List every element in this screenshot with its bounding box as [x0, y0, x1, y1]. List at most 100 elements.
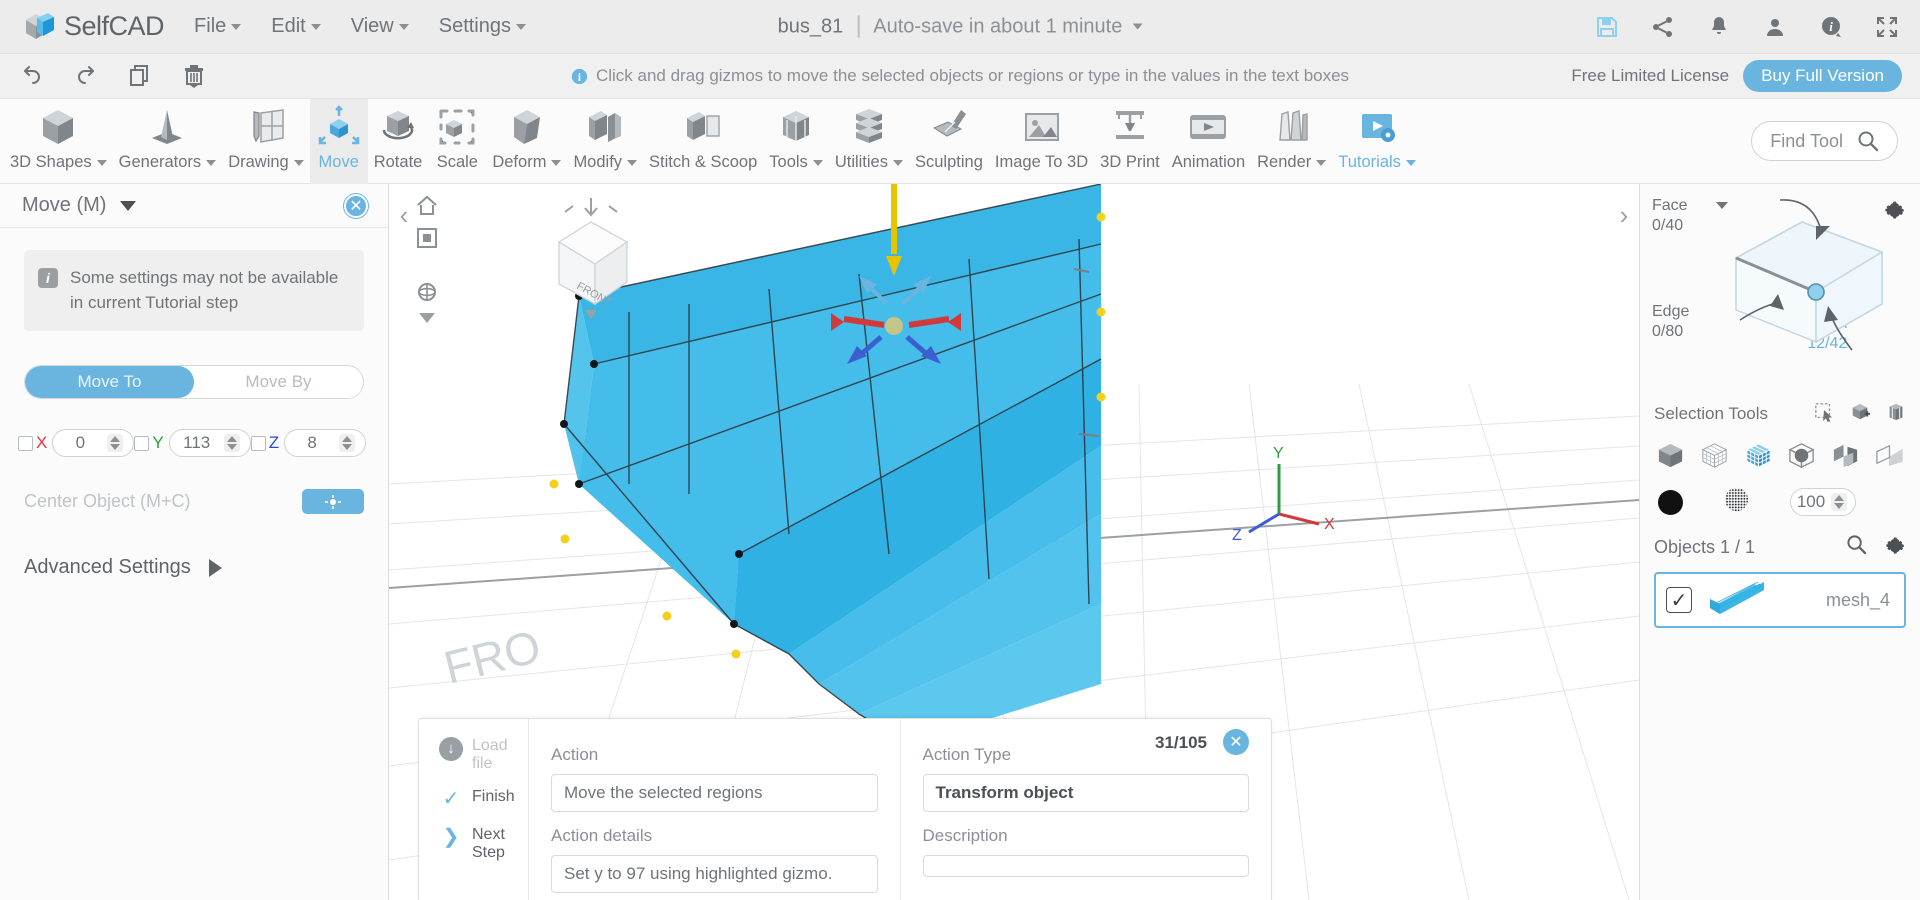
axis-y-stepper[interactable] [168, 429, 251, 458]
axis-x-checkbox[interactable] [18, 435, 33, 451]
stepper-arrows[interactable] [1831, 493, 1847, 511]
stepper-arrows[interactable] [223, 434, 240, 453]
ribbon-tool-3d-shapes[interactable]: 3D Shapes [4, 99, 113, 184]
ribbon-tool-3d-print[interactable]: 3D Print [1094, 99, 1166, 184]
ribbon-tool-render[interactable]: Render [1251, 99, 1332, 184]
chevron-down-icon[interactable] [1132, 23, 1143, 30]
menu-item-settings[interactable]: Settings [439, 15, 526, 38]
close-icon[interactable]: ✕ [344, 193, 368, 218]
axis-y-checkbox[interactable] [134, 435, 150, 451]
select-plane-icon[interactable] [1873, 439, 1906, 472]
action-value[interactable]: Move the selected regions [551, 774, 878, 812]
objects-header-icons [1846, 534, 1906, 560]
ribbon-tool-drawing[interactable]: Drawing [222, 99, 310, 184]
bell-icon[interactable] [1706, 14, 1732, 40]
select-solid-icon[interactable] [1654, 439, 1687, 472]
action-details-value[interactable]: Set y to 97 using highlighted gizmo. [551, 855, 878, 893]
app-logo[interactable]: SelfCAD [24, 11, 165, 43]
object-visibility-checkbox[interactable]: ✓ [1666, 587, 1692, 613]
fit-view-icon[interactable] [415, 226, 439, 255]
user-icon[interactable] [1762, 14, 1788, 40]
axis-x-input[interactable] [53, 433, 108, 454]
tutorial-step-next[interactable]: ❯ Next Step [419, 825, 528, 863]
axis-z-checkbox[interactable] [250, 435, 266, 451]
redo-icon[interactable] [72, 62, 100, 90]
add-select-icon[interactable] [1850, 402, 1870, 427]
move-to-tab[interactable]: Move To [25, 366, 194, 399]
menu-item-edit[interactable]: Edit [271, 15, 321, 38]
search-icon[interactable] [1846, 534, 1867, 560]
home-view-icon[interactable] [415, 194, 439, 223]
axis-x-stepper[interactable] [52, 429, 135, 458]
select-wire-icon[interactable] [1698, 439, 1731, 472]
selection-mode-edge[interactable]: Edge 0/80 [1652, 302, 1689, 342]
ribbon-tool-modify[interactable]: Modify [567, 99, 643, 184]
move-by-tab[interactable]: Move By [194, 366, 363, 398]
center-icon [325, 494, 341, 509]
info-icon[interactable]: i [1818, 14, 1844, 40]
through-select-icon[interactable] [1886, 402, 1906, 427]
center-object-button[interactable] [302, 489, 364, 515]
chevron-down-icon [551, 159, 562, 166]
tutorial-step-load-file[interactable]: ↓ Load file [419, 737, 528, 774]
deform-icon [504, 103, 550, 151]
menu-item-file[interactable]: File [194, 15, 242, 38]
ribbon-tool-generators[interactable]: Generators [113, 99, 223, 184]
view-cube[interactable]: FRONT [529, 192, 659, 327]
undo-icon[interactable] [18, 62, 46, 90]
ribbon-tool-deform[interactable]: Deform [486, 99, 567, 184]
description-value[interactable] [922, 855, 1249, 877]
ribbon-tool-tools[interactable]: Tools [763, 99, 829, 184]
buy-full-version-button[interactable]: Buy Full Version [1743, 60, 1902, 92]
ribbon-tool-animation[interactable]: Animation [1166, 99, 1251, 184]
delete-icon[interactable] [180, 62, 208, 90]
project-name[interactable]: bus_81 [778, 15, 844, 38]
selection-mode-face[interactable]: Face 0/40 [1652, 196, 1688, 236]
select-split-icon[interactable] [1829, 439, 1862, 472]
ribbon-tool-image-to-3d[interactable]: Image To 3D [989, 99, 1094, 184]
object-list-item[interactable]: ✓ mesh_4 [1654, 572, 1906, 628]
ribbon-tool-stitch-scoop[interactable]: Stitch & Scoop [643, 99, 763, 184]
rect-select-icon[interactable] [1814, 402, 1834, 427]
brush-gradient-icon[interactable] [1723, 486, 1750, 518]
axis-z-input[interactable] [285, 433, 340, 454]
select-sphere-icon[interactable] [1785, 439, 1818, 472]
brush-size-stepper[interactable] [1790, 488, 1856, 516]
viewport-next-arrow[interactable]: › [1611, 202, 1637, 228]
ribbon-tool-utilities[interactable]: Utilities [829, 99, 909, 184]
share-icon[interactable] [1650, 14, 1676, 40]
brush-solid-icon[interactable] [1658, 489, 1683, 515]
ribbon-tool-sculpting[interactable]: Sculpting [909, 99, 989, 184]
chevron-down-icon [627, 159, 638, 166]
select-region-icon[interactable] [1742, 439, 1775, 472]
ribbon-tool-rotate[interactable]: Rotate [368, 99, 429, 184]
save-icon[interactable] [1594, 14, 1620, 40]
fullscreen-icon[interactable] [1874, 14, 1900, 40]
viewport-prev-arrow[interactable]: ‹ [391, 202, 417, 228]
copy-icon[interactable] [126, 62, 154, 90]
modify-icon [582, 103, 628, 151]
axis-z-stepper[interactable] [284, 429, 367, 458]
close-icon[interactable]: ✕ [1223, 729, 1249, 755]
brush-size-input[interactable] [1791, 492, 1831, 512]
ribbon-tool-label: Generators [119, 153, 217, 172]
action-type-value[interactable]: Transform object [922, 774, 1249, 812]
orbit-view-icon[interactable] [415, 280, 439, 309]
chevron-down-icon[interactable] [120, 200, 137, 211]
gear-icon[interactable] [1885, 534, 1906, 560]
stepper-arrows[interactable] [107, 434, 124, 453]
tutorial-step-finish[interactable]: ✓ Finish [419, 787, 528, 812]
axis-y-input[interactable] [169, 433, 224, 454]
advanced-settings-row[interactable]: Advanced Settings [24, 556, 364, 579]
ribbon-tool-scale[interactable]: Scale [428, 99, 486, 184]
menu-item-view[interactable]: View [351, 15, 409, 38]
panel-notice: i Some settings may not be available in … [24, 250, 364, 332]
ribbon-tool-tutorials[interactable]: Tutorials [1332, 99, 1422, 184]
chevron-down-icon[interactable] [419, 310, 435, 328]
find-tool-label: Find Tool [1770, 130, 1843, 151]
find-tool-search[interactable]: Find Tool [1751, 121, 1898, 161]
axis-x-label: X [36, 433, 48, 453]
tutorial-step-label: Load file [472, 737, 508, 773]
stepper-arrows[interactable] [339, 434, 356, 453]
ribbon-tool-move[interactable]: Move [309, 99, 368, 184]
